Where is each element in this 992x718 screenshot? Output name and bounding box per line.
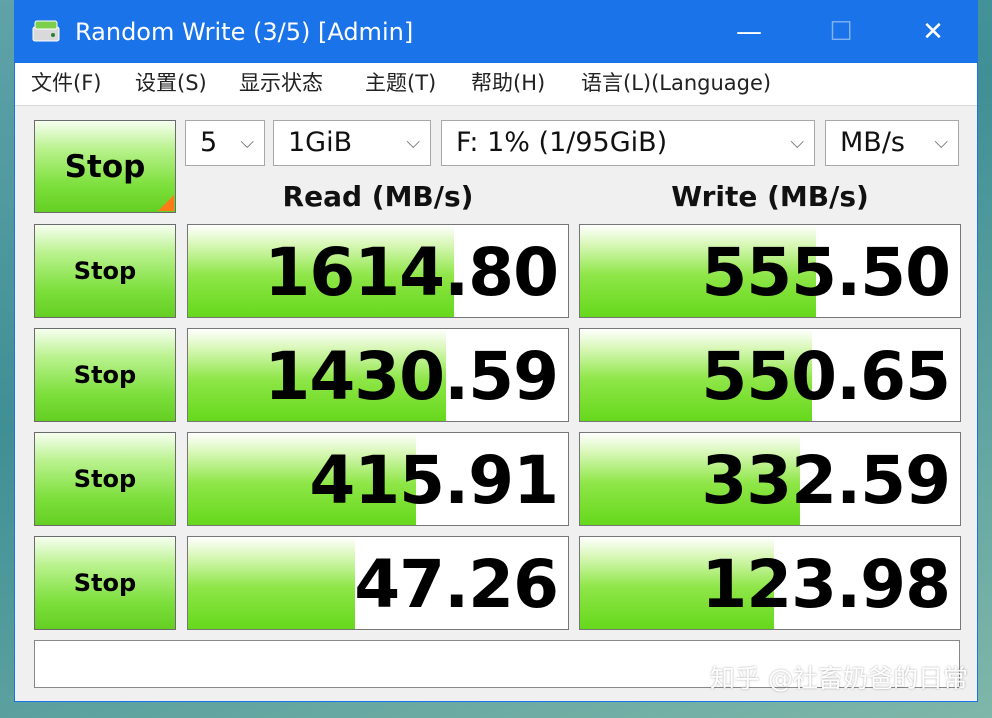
menu-file[interactable]: 文件(F) (31, 68, 101, 98)
watermark-text: 知乎 @社畜奶爸的日常 (710, 664, 968, 693)
menu-display-status[interactable]: 显示状态 (239, 68, 323, 98)
row-4-read-value: 47.26 (354, 546, 559, 623)
row-3-write-value: 332.59 (701, 442, 951, 519)
write-header: Write (MB/s) (671, 180, 869, 213)
drive-value: F: 1% (1/95GiB) (456, 127, 668, 158)
maximize-button[interactable]: ☐ (795, 1, 887, 63)
chevron-down-icon: ⌵ (406, 132, 420, 153)
unit-select[interactable]: MB/s ⌵ (825, 120, 959, 166)
menu-bar: 文件(F) 设置(S) 显示状态 主题(T) 帮助(H) 语言(L)(Langu… (15, 63, 977, 106)
chevron-down-icon: ⌵ (240, 132, 254, 153)
row-3-read-value: 415.91 (309, 442, 559, 519)
row-3-write-meter: 332.59 (579, 432, 961, 526)
row-2-write-meter: 550.65 (579, 328, 961, 422)
row-3-read-meter: 415.91 (187, 432, 569, 526)
test-count-value: 5 (200, 127, 218, 158)
row-1-read-meter: 1614.80 (187, 224, 569, 318)
row-1-write-meter: 555.50 (579, 224, 961, 318)
row-1-stop-button[interactable]: Stop (34, 224, 176, 318)
row-2-stop-button[interactable]: Stop (34, 328, 176, 422)
all-stop-button[interactable]: Stop (34, 120, 176, 213)
row-4-read-meter: 47.26 (187, 536, 569, 630)
menu-language[interactable]: 语言(L)(Language) (581, 68, 771, 98)
test-size-select[interactable]: 1GiB ⌵ (273, 120, 431, 166)
row-2-read-value: 1430.59 (264, 338, 559, 415)
row-4-write-meter: 123.98 (579, 536, 961, 630)
title-bar[interactable]: Random Write (3/5) [Admin] — ☐ ✕ (15, 1, 977, 63)
row-3-stop-button[interactable]: Stop (34, 432, 176, 526)
read-header: Read (MB/s) (282, 180, 474, 213)
row-4-read-fill (188, 537, 356, 629)
drive-select[interactable]: F: 1% (1/95GiB) ⌵ (441, 120, 815, 166)
row-1-read-value: 1614.80 (264, 234, 559, 311)
test-size-value: 1GiB (288, 127, 353, 158)
unit-value: MB/s (840, 127, 905, 158)
app-window: Random Write (3/5) [Admin] — ☐ ✕ 文件(F) 设… (14, 0, 978, 702)
minimize-button[interactable]: — (703, 1, 795, 63)
close-button[interactable]: ✕ (887, 1, 979, 63)
disk-drive-icon (31, 17, 61, 45)
menu-help[interactable]: 帮助(H) (471, 68, 545, 98)
row-2-write-value: 550.65 (701, 338, 951, 415)
row-4-write-value: 123.98 (701, 546, 951, 623)
row-4-stop-button[interactable]: Stop (34, 536, 176, 630)
row-2-read-meter: 1430.59 (187, 328, 569, 422)
chevron-down-icon: ⌵ (790, 132, 804, 153)
test-count-select[interactable]: 5 ⌵ (185, 120, 265, 166)
chevron-down-icon: ⌵ (934, 132, 948, 153)
row-1-write-value: 555.50 (701, 234, 951, 311)
menu-settings[interactable]: 设置(S) (135, 68, 207, 98)
menu-theme[interactable]: 主题(T) (365, 68, 436, 98)
window-title: Random Write (3/5) [Admin] (75, 18, 414, 46)
